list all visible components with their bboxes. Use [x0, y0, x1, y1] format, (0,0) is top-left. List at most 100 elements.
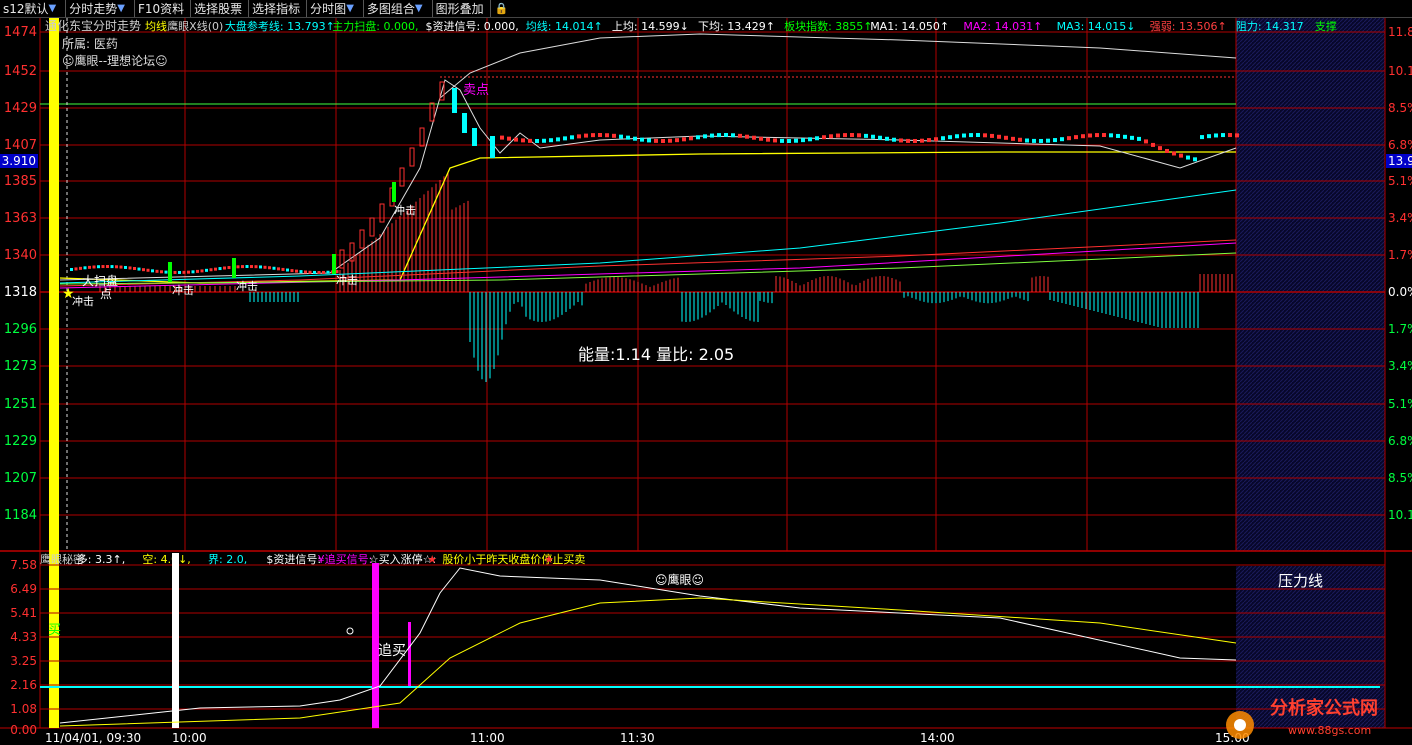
chongji-label: 冲击 — [394, 203, 416, 217]
candle — [990, 133, 994, 138]
green-impulse-bar — [232, 258, 236, 278]
candle — [899, 138, 903, 143]
sub-axis-label: 1.08 — [10, 702, 37, 716]
candle — [299, 270, 303, 274]
candle — [191, 270, 195, 274]
candle-down — [490, 136, 495, 158]
left-axis-label: 1207 — [4, 471, 37, 486]
left-axis-label: 1229 — [4, 434, 37, 449]
white-signal-bar — [172, 553, 179, 728]
star-icon: ★ — [62, 286, 75, 302]
candle — [507, 136, 511, 141]
toolbar-item-5[interactable]: 分时图 ▼ — [307, 0, 364, 17]
candle-down — [452, 88, 457, 113]
sub-axis-label: 4.33 — [10, 630, 37, 644]
candle — [682, 137, 686, 142]
candle — [577, 134, 581, 139]
dropdown-arrow-icon[interactable]: ▼ — [346, 3, 354, 14]
candle — [79, 266, 82, 270]
main-indicator-8: 板块指数: 3855↑ — [784, 19, 872, 33]
toolbar-item-4[interactable]: 选择指标 — [249, 0, 308, 17]
candle — [146, 268, 150, 272]
left-axis-label: 1452 — [4, 64, 37, 79]
main-indicator-12: 强弱: 13.506↑ — [1150, 20, 1227, 33]
candle — [738, 133, 742, 138]
toolbar-item-7[interactable]: 图形叠加 — [433, 0, 491, 17]
candle — [214, 267, 217, 271]
candle — [128, 266, 132, 270]
watermark-url: www.88gs.com — [1288, 724, 1371, 737]
candle — [1200, 135, 1204, 140]
forum-label: ☺鹰眼--理想论坛☺ — [62, 53, 168, 68]
candle — [209, 268, 213, 272]
candle — [528, 138, 532, 143]
candle — [295, 269, 298, 273]
candle — [591, 133, 595, 138]
candle — [313, 270, 316, 274]
sub-axis-label: 7.58 — [10, 558, 37, 572]
right-axis-label: 8.5% — [1388, 471, 1412, 485]
right-axis-label: 1.7% — [1388, 248, 1412, 262]
candle — [1046, 138, 1050, 143]
sector-label: 所属: 医药 — [62, 37, 118, 51]
dropdown-arrow-icon[interactable]: ▼ — [117, 3, 125, 14]
candle — [241, 265, 244, 269]
left-price-tag: 3.910 — [2, 154, 36, 168]
candle — [1144, 139, 1148, 144]
green-impulse-bar — [332, 254, 336, 274]
candle — [259, 265, 262, 269]
energy-volume-ratio: 能量:1.14 量比: 2.05 — [578, 345, 734, 364]
candle — [920, 138, 924, 143]
candle — [871, 134, 875, 139]
main-indicator-0: 均线 — [145, 19, 167, 33]
main-indicator-6: 上均: 14.599↓ — [612, 20, 689, 33]
candle — [92, 265, 96, 269]
buy-point-label: 点 — [100, 287, 112, 301]
candle — [97, 265, 100, 269]
right-axis-label: 8.5% — [1388, 101, 1412, 115]
candle — [74, 267, 78, 271]
candle — [941, 136, 945, 141]
left-axis-label: 1407 — [4, 138, 37, 153]
candle — [110, 265, 114, 269]
toolbar-item-2[interactable]: F10资料 — [135, 0, 192, 17]
yellow-signal-bar — [49, 18, 59, 728]
candle-down — [472, 128, 477, 146]
main-indicator-3: 主力扫盘: 0.000, — [332, 19, 418, 33]
candle — [254, 265, 258, 269]
candle — [696, 135, 700, 140]
candle — [268, 266, 271, 270]
candle — [1039, 138, 1043, 143]
sub-axis-label: 0.00 — [10, 723, 37, 737]
left-axis-label: 1296 — [4, 322, 37, 337]
dropdown-arrow-icon[interactable]: ▼ — [415, 3, 423, 14]
candle — [187, 270, 190, 274]
candle — [1207, 134, 1211, 139]
candle — [1214, 133, 1218, 138]
left-axis-label: 1273 — [4, 359, 37, 374]
right-axis-label: 0.0% — [1388, 285, 1412, 299]
toolbar-item-1[interactable]: 分时走势 ▼ — [66, 0, 135, 17]
toolbar-item-3[interactable]: 选择股票 — [191, 0, 250, 17]
future-zone-main — [1236, 18, 1385, 551]
candle — [1172, 151, 1176, 156]
candle — [780, 138, 784, 143]
lock-icon[interactable]: 🔒 — [491, 2, 513, 15]
time-axis-label: 11/04/01, 09:30 — [45, 731, 141, 745]
toolbar-item-0[interactable]: s12默认 ▼ — [0, 0, 67, 17]
candle — [151, 269, 154, 273]
candle — [612, 133, 616, 138]
candle — [182, 270, 186, 274]
left-axis-label: 1318 — [4, 285, 37, 300]
candle — [654, 138, 658, 143]
candle — [88, 265, 91, 269]
candle — [766, 137, 770, 142]
candle — [1123, 134, 1127, 139]
candle — [281, 267, 285, 271]
right-axis-label: 3.4% — [1388, 359, 1412, 373]
dropdown-arrow-icon[interactable]: ▼ — [49, 3, 57, 14]
candle — [556, 137, 560, 142]
candle — [106, 265, 109, 269]
sub-indicator-8: 股价小于昨天收盘价停止买卖 — [442, 552, 585, 566]
toolbar-item-6[interactable]: 多图组合 ▼ — [364, 0, 433, 17]
